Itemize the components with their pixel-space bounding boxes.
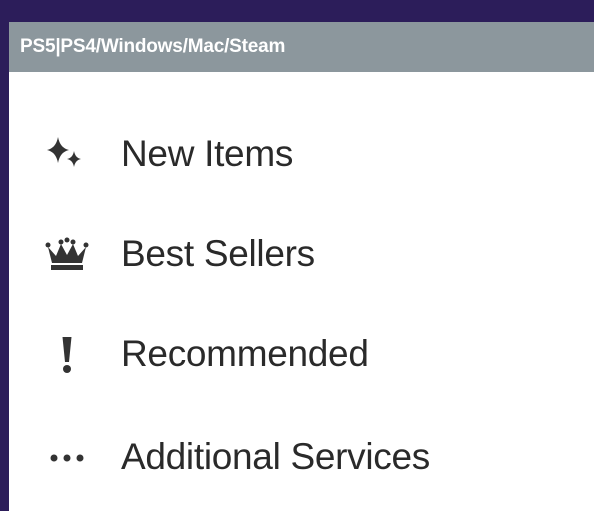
sparkles-icon <box>42 129 92 179</box>
menu-item-recommended[interactable]: Recommended <box>9 324 594 384</box>
menu-item-label: Best Sellers <box>121 233 315 274</box>
crown-icon <box>42 229 92 279</box>
menu-item-new-items[interactable]: New Items <box>9 124 594 184</box>
more-dots-icon <box>42 432 92 482</box>
platform-label: PS5|PS4/Windows/Mac/Steam <box>20 36 286 57</box>
platform-header: PS5|PS4/Windows/Mac/Steam <box>9 22 594 72</box>
menu-item-additional-services[interactable]: Additional Services <box>9 427 594 487</box>
menu-panel: PS5|PS4/Windows/Mac/Steam New Items Best… <box>9 22 594 511</box>
menu-item-label: Recommended <box>121 333 369 374</box>
menu-item-label: New Items <box>121 133 294 174</box>
exclamation-icon <box>42 329 92 379</box>
menu-item-best-sellers[interactable]: Best Sellers <box>9 224 594 284</box>
menu-item-label: Additional Services <box>121 436 430 477</box>
